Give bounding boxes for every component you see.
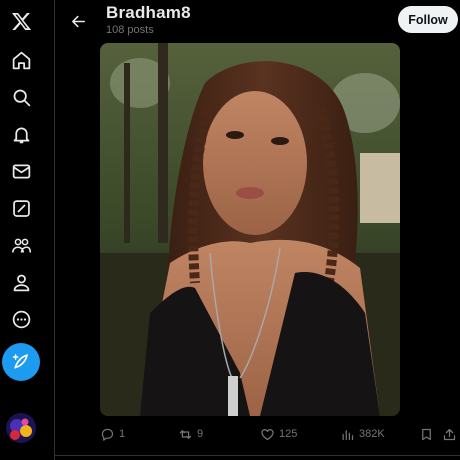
repost-icon: [179, 429, 192, 439]
views-button[interactable]: 382K: [340, 424, 385, 444]
grok-icon[interactable]: [4, 191, 38, 225]
back-button[interactable]: [63, 6, 93, 36]
like-count: 125: [279, 428, 298, 440]
post-action-bar: 1 9 125 382K: [55, 420, 460, 448]
compose-post-button[interactable]: [2, 343, 40, 381]
profile-header: Bradham8 108 posts Follow: [55, 0, 460, 42]
search-icon[interactable]: [4, 80, 38, 114]
reply-button[interactable]: 1: [100, 424, 125, 444]
profile-name: Bradham8: [106, 3, 191, 22]
analytics-icon: [342, 429, 354, 440]
messages-icon[interactable]: [4, 154, 38, 188]
post-divider: [55, 455, 460, 456]
share-icon: [443, 428, 456, 440]
post-photo[interactable]: [100, 43, 400, 416]
feather-plus-icon: [12, 354, 28, 369]
bookmark-button[interactable]: [419, 424, 434, 444]
arrow-left-icon: [71, 15, 85, 27]
more-icon[interactable]: [4, 302, 38, 336]
reply-count: 1: [119, 428, 126, 440]
bookmark-icon: [422, 428, 431, 440]
post-count: 108 posts: [106, 24, 154, 36]
like-button[interactable]: 125: [260, 424, 297, 444]
reply-icon: [101, 428, 114, 441]
profile-icon[interactable]: [4, 265, 38, 299]
notifications-icon[interactable]: [4, 117, 38, 151]
heart-icon: [261, 428, 274, 440]
follow-button[interactable]: Follow: [398, 6, 458, 33]
view-count: 382K: [359, 428, 385, 440]
share-button[interactable]: [442, 424, 457, 444]
repost-count: 9: [197, 428, 204, 440]
communities-icon[interactable]: [4, 228, 38, 262]
account-avatar[interactable]: [6, 413, 36, 443]
sidebar-divider: [54, 0, 55, 460]
home-icon[interactable]: [4, 43, 38, 77]
sidebar-nav: [0, 0, 56, 460]
x-logo-icon[interactable]: [4, 4, 38, 38]
repost-button[interactable]: 9: [178, 424, 203, 444]
